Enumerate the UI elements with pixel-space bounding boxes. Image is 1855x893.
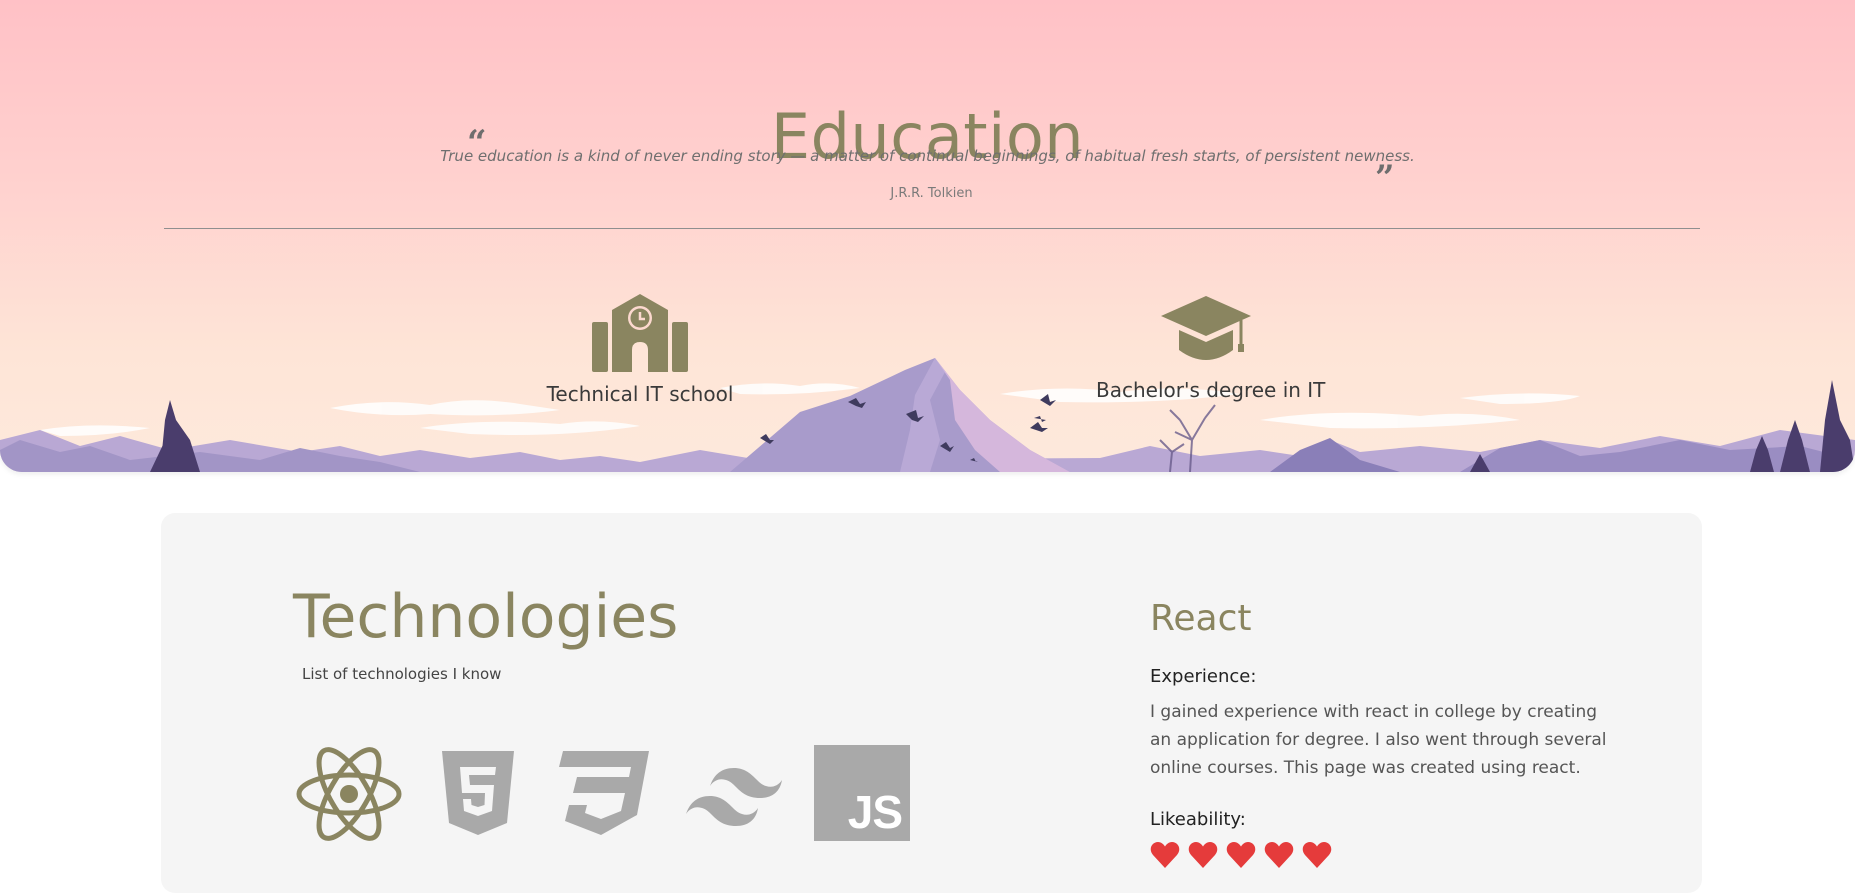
heart-icon (1264, 842, 1294, 868)
education-divider (164, 228, 1700, 229)
heart-icon (1150, 842, 1180, 868)
react-icon[interactable] (296, 746, 402, 842)
tailwind-icon[interactable] (686, 768, 782, 826)
css3-icon[interactable] (557, 751, 649, 835)
javascript-icon[interactable]: JS (814, 745, 910, 841)
quote-text: True education is a kind of never ending… (440, 147, 1415, 165)
education-item-degree-label: Bachelor's degree in IT (1096, 378, 1326, 402)
html5-icon[interactable] (442, 751, 514, 835)
heart-icon (1188, 842, 1218, 868)
selected-tech-title: React (1150, 598, 1252, 639)
heart-icon (1302, 842, 1332, 868)
education-item-school-label: Technical IT school (546, 382, 734, 406)
education-section: Education “ True education is a kind of … (0, 0, 1855, 472)
graduation-cap-icon (1161, 296, 1251, 360)
technologies-title: Technologies (293, 582, 679, 652)
javascript-icon-label: JS (847, 786, 903, 838)
likeability-rating (1150, 842, 1332, 868)
education-item-school: Technical IT school (540, 292, 740, 406)
experience-label: Experience: (1150, 666, 1257, 687)
mountain-landscape-illustration (0, 358, 1855, 472)
quote-author: J.R.R. Tolkien (890, 186, 973, 201)
school-icon (592, 294, 688, 372)
likeability-label: Likeability: (1150, 809, 1246, 830)
heart-icon (1226, 842, 1256, 868)
technologies-subtitle: List of technologies I know (302, 665, 502, 683)
experience-text: I gained experience with react in colleg… (1150, 702, 1607, 778)
education-item-degree: Bachelor's degree in IT (1096, 294, 1326, 402)
